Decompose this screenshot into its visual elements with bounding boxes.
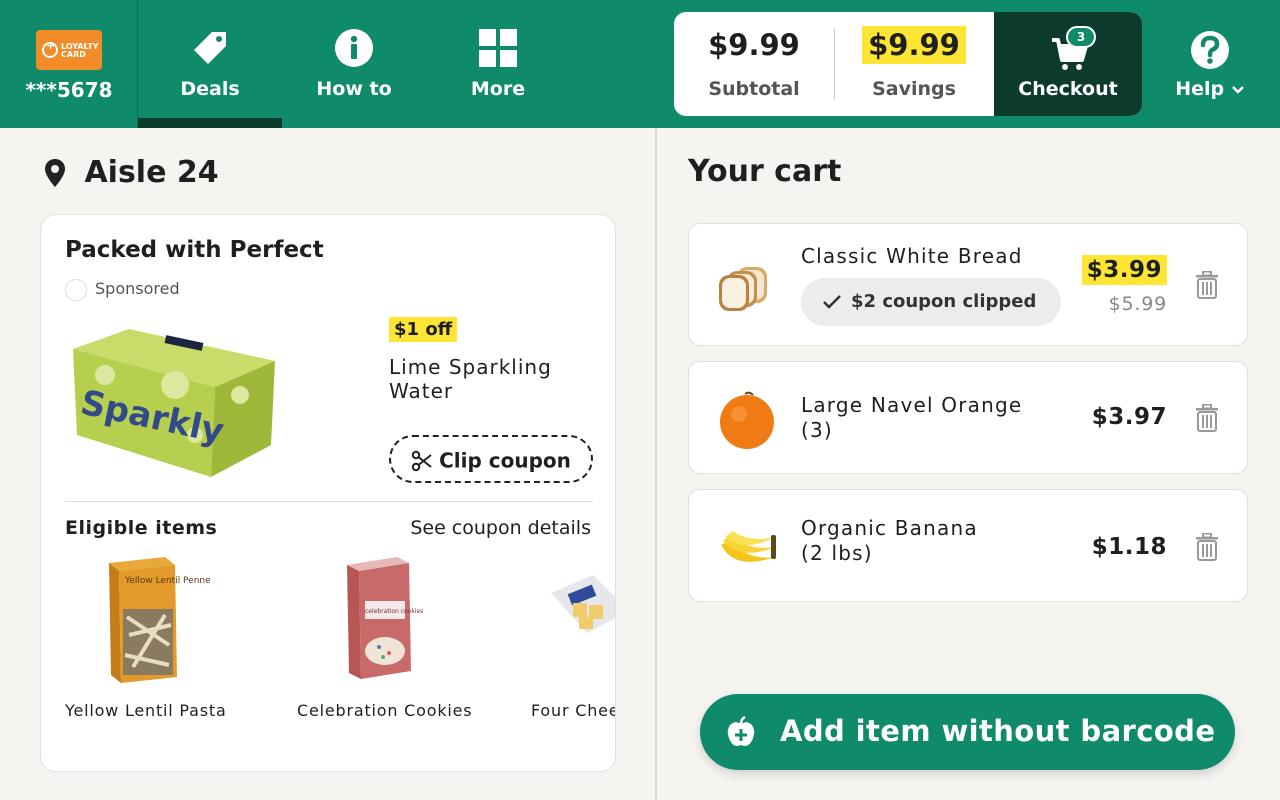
cart-item-name: Large Navel Orange (3)	[801, 393, 1061, 443]
loyalty-card-label: LOYALTY CARD	[61, 42, 99, 59]
deal-product-name: Lime Sparkling Water	[389, 355, 552, 403]
scissors-icon	[411, 450, 432, 471]
eligible-item-name: Celebration Cookies	[297, 701, 473, 720]
nav-how-to-label: How to	[316, 78, 392, 100]
top-bar: LOYALTY CARD ***5678 Deals How to More $…	[0, 0, 1280, 128]
bread-icon	[719, 267, 767, 311]
trash-icon[interactable]	[1195, 533, 1219, 561]
cart-item-price: $1.18	[1091, 534, 1167, 560]
savings: $9.99 Savings	[834, 12, 994, 116]
aisle-panel: Aisle 24 Packed with Perfect Sponsored S…	[0, 128, 655, 800]
eligible-items-heading: Eligible items	[65, 517, 218, 539]
eligible-item-name: Yellow Lentil Pasta	[65, 701, 227, 720]
cookies-box-text: celebration cookies	[365, 608, 423, 615]
trash-icon[interactable]	[1195, 404, 1219, 432]
chevron-down-icon	[1231, 85, 1244, 94]
nav-more[interactable]: More	[426, 0, 570, 128]
loyalty-card-icon: LOYALTY CARD	[36, 30, 102, 70]
help-label: Help	[1160, 78, 1260, 100]
coupon-clipped-tag: $2 coupon clipped	[801, 278, 1061, 326]
deal-card: Packed with Perfect Sponsored Sparkly $1…	[40, 214, 616, 772]
cart-title: Your cart	[688, 154, 842, 189]
cart-item[interactable]: Large Navel Orange (3) $3.97	[688, 361, 1248, 474]
savings-amount: $9.99	[862, 26, 966, 64]
deal-title: Packed with Perfect	[65, 237, 324, 263]
coupon-clipped-label: $2 coupon clipped	[851, 291, 1037, 312]
pasta-box-image: Yellow Lentil Penne	[109, 557, 211, 683]
grid-icon	[479, 29, 517, 67]
orange-icon	[720, 391, 774, 449]
location-pin-icon	[45, 158, 65, 187]
nav-deals[interactable]: Deals	[138, 0, 282, 128]
add-item-label: Add item without barcode	[780, 714, 1216, 748]
aisle-label: Aisle 24	[84, 155, 219, 190]
pasta-box-text: Yellow Lentil Penne	[124, 576, 211, 586]
checkmark-icon	[823, 295, 841, 309]
cart-item[interactable]: Classic White Bread $2 coupon clipped $3…	[688, 223, 1248, 346]
savings-label: Savings	[872, 78, 956, 100]
help-text: Help	[1175, 78, 1225, 100]
checkout-label: Checkout	[1018, 78, 1118, 100]
see-coupon-details-link[interactable]: See coupon details	[410, 517, 591, 539]
info-icon	[335, 29, 373, 67]
cart-item-name-text: Large Navel Orange	[801, 393, 1023, 417]
cookies-box-image: celebration cookies	[347, 557, 423, 679]
discount-badge: $1 off	[389, 317, 458, 342]
panel-divider	[655, 128, 657, 800]
cart-item-price: $3.97	[1091, 404, 1167, 430]
sponsored-label: Sponsored	[95, 279, 180, 298]
banana-icon	[721, 531, 776, 562]
loyalty-card-button[interactable]: LOYALTY CARD ***5678	[0, 0, 138, 128]
add-item-without-barcode-button[interactable]: Add item without barcode	[700, 694, 1235, 770]
sponsored-tag: Sponsored	[65, 277, 180, 301]
subtotal: $9.99 Subtotal	[674, 12, 834, 116]
aisle-location: Aisle 24	[44, 154, 219, 190]
eligible-item-name: Four Chee	[531, 701, 616, 720]
clip-coupon-label: Clip coupon	[439, 448, 571, 473]
cheese-ravioli-image	[551, 575, 615, 633]
help-icon	[1191, 31, 1229, 69]
cart-item-original-price: $5.99	[1108, 293, 1167, 315]
cart-item-qty: (3)	[801, 418, 833, 442]
nav-how-to[interactable]: How to	[282, 0, 426, 128]
sparkling-water-box-image: Sparkly	[73, 329, 275, 477]
divider	[65, 501, 593, 502]
subtotal-amount: $9.99	[708, 28, 800, 62]
cart-item-qty: (2 lbs)	[801, 541, 873, 565]
totals-panel: $9.99 Subtotal $9.99 Savings 3 Checkout	[674, 12, 1142, 116]
sponsor-logo	[65, 278, 87, 301]
apple-plus-icon	[727, 716, 755, 746]
tag-icon	[194, 32, 226, 64]
trash-icon[interactable]	[1195, 271, 1219, 299]
help-button[interactable]: Help	[1160, 0, 1260, 128]
subtotal-label: Subtotal	[708, 78, 800, 100]
nav-more-label: More	[470, 78, 526, 100]
cart-item-name-text: Organic Banana	[801, 516, 978, 540]
cart-item-price: $3.99	[1081, 255, 1167, 285]
cart-item[interactable]: Organic Banana (2 lbs) $1.18	[688, 489, 1248, 602]
cart-count-badge: 3	[1066, 26, 1096, 48]
checkout-button[interactable]: 3 Checkout	[994, 12, 1142, 116]
nav-deals-label: Deals	[180, 78, 240, 100]
cart-item-name: Classic White Bread	[801, 244, 1023, 268]
loyalty-number: ***5678	[25, 78, 113, 102]
cart-item-name: Organic Banana (2 lbs)	[801, 516, 1061, 566]
clip-coupon-button[interactable]: Clip coupon	[389, 435, 593, 483]
